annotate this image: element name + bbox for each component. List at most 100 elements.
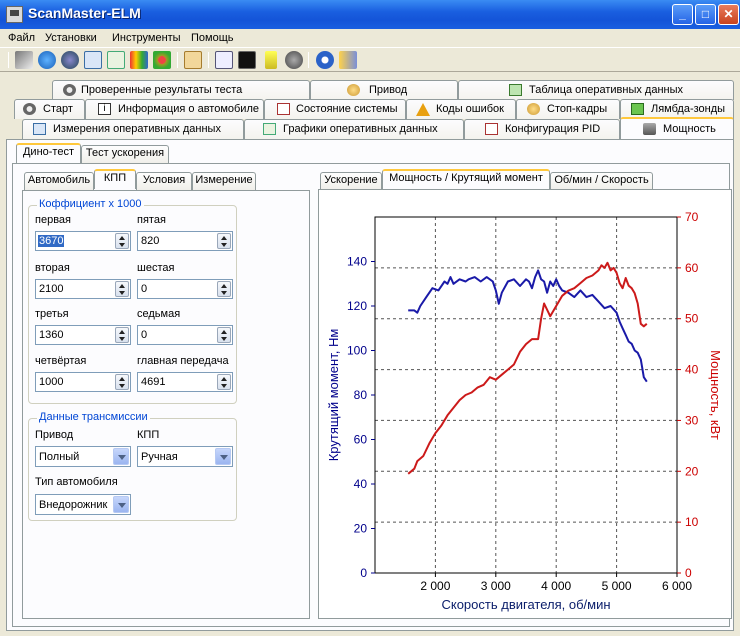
- info-car-icon[interactable]: [61, 51, 79, 69]
- vehicle-type-label: Тип автомобиля: [35, 476, 118, 488]
- app-icon: [6, 6, 23, 23]
- tab-power[interactable]: Мощность: [620, 117, 734, 140]
- spin-arrows-icon[interactable]: [115, 233, 129, 249]
- y-left-tick-label: 120: [347, 299, 367, 313]
- tab-acceleration-test[interactable]: Тест ускорения: [81, 145, 169, 163]
- maximize-button[interactable]: □: [695, 4, 716, 25]
- spin-arrows-icon[interactable]: [217, 327, 231, 343]
- tab-pid-config[interactable]: Конфигурация PID: [464, 119, 620, 139]
- terminal-icon[interactable]: [238, 51, 256, 69]
- tab-live-data-table[interactable]: Таблица оперативных данных: [458, 80, 734, 100]
- gear-3-input[interactable]: 1360: [35, 325, 131, 345]
- transmission-title: Данные трансмиссии: [37, 411, 150, 423]
- menu-tools[interactable]: Инструменты: [112, 32, 181, 44]
- diagnostics-icon[interactable]: [130, 51, 148, 69]
- spin-arrows-icon[interactable]: [217, 374, 231, 390]
- final-drive-input[interactable]: 4691: [137, 372, 233, 392]
- gear-6-input[interactable]: 0: [137, 279, 233, 299]
- gear-5-label: пятая: [137, 214, 166, 226]
- tab-o2-sensors[interactable]: Лямбда-зонды: [620, 99, 734, 119]
- tab-system-status[interactable]: Состояние системы: [264, 99, 406, 119]
- y-right-tick-label: 20: [685, 464, 699, 478]
- gear-6-label: шестая: [137, 262, 175, 274]
- y-right-tick-label: 30: [685, 413, 699, 427]
- tab-start[interactable]: Старт: [14, 99, 85, 119]
- gear-4-label: четвёртая: [35, 355, 87, 367]
- about-icon[interactable]: [316, 51, 334, 69]
- gear-4-input[interactable]: 1000: [35, 372, 131, 392]
- menu-settings[interactable]: Установки: [45, 32, 97, 44]
- title-bar[interactable]: ScanMaster-ELM _ □ ✕: [0, 0, 740, 29]
- spin-arrows-icon[interactable]: [217, 281, 231, 297]
- close-button[interactable]: ✕: [718, 4, 739, 25]
- y-left-tick-label: 140: [347, 255, 367, 269]
- y-left-tick-label: 100: [347, 344, 367, 358]
- chevron-down-icon[interactable]: [113, 448, 129, 465]
- chevron-down-icon[interactable]: [215, 448, 231, 465]
- tab-trouble-codes[interactable]: Коды ошибок: [406, 99, 516, 119]
- tab-conditions[interactable]: Условия: [136, 172, 192, 190]
- tab-power-torque-chart[interactable]: Мощность / Крутящий момент: [382, 169, 550, 189]
- gear-5-input[interactable]: 820: [137, 231, 233, 251]
- y-right-tick-label: 0: [685, 566, 692, 580]
- table-icon: [509, 84, 522, 96]
- gear-7-label: седьмая: [137, 308, 181, 320]
- spin-arrows-icon[interactable]: [217, 233, 231, 249]
- status-icon: [277, 103, 290, 115]
- wrench-icon[interactable]: [15, 51, 33, 69]
- gearbox-label: КПП: [137, 429, 160, 441]
- battery-icon[interactable]: [265, 51, 277, 69]
- gear-1-input[interactable]: 3670: [35, 231, 131, 251]
- tab-rpm-speed-chart[interactable]: Об/мин / Скорость: [550, 172, 653, 190]
- gear-7-input[interactable]: 0: [137, 325, 233, 345]
- tab-verified-results[interactable]: Проверенные результаты теста: [52, 80, 310, 100]
- y-right-tick-label: 60: [685, 261, 699, 275]
- tab-drive[interactable]: Привод: [310, 80, 458, 100]
- exit-icon[interactable]: [339, 51, 357, 69]
- x-tick-label: 6 000: [662, 579, 692, 593]
- tab-vehicle-info[interactable]: i Информация о автомобиле: [85, 99, 264, 119]
- gear-2-input[interactable]: 2100: [35, 279, 131, 299]
- x-tick-label: 5 000: [602, 579, 632, 593]
- menu-help[interactable]: Помощь: [191, 32, 234, 44]
- table-icon[interactable]: [84, 51, 102, 69]
- x-axis-label: Скорость двигателя, об/мин: [441, 597, 610, 612]
- y-right-tick-label: 50: [685, 312, 699, 326]
- toolbar: [0, 48, 740, 72]
- window-title: ScanMaster-ELM: [28, 5, 141, 21]
- menu-file[interactable]: Файл: [8, 32, 35, 44]
- gear-ratios-title: Коффициент x 1000: [37, 198, 144, 210]
- plot-area: [374, 216, 678, 574]
- minimize-button[interactable]: _: [672, 4, 693, 25]
- spin-arrows-icon[interactable]: [115, 281, 129, 297]
- gear-icon: [23, 103, 36, 115]
- stop-icon[interactable]: [285, 51, 303, 69]
- gearbox-select[interactable]: Ручная: [137, 446, 233, 467]
- monitor-icon[interactable]: [215, 51, 233, 69]
- y-right-axis-label: Мощность, кВт: [708, 350, 723, 440]
- dtc-icon[interactable]: [153, 51, 171, 69]
- tab-live-graphs[interactable]: Графики оперативных данных: [244, 119, 464, 139]
- tab-freeze-frames[interactable]: Стоп-кадры: [516, 99, 620, 119]
- vehicle-type-select[interactable]: Внедорожник: [35, 494, 131, 515]
- tab-measurement[interactable]: Измерение: [192, 172, 256, 190]
- spin-arrows-icon[interactable]: [115, 327, 129, 343]
- clipboard-icon[interactable]: [184, 51, 202, 69]
- y-right-tick-label: 70: [685, 210, 699, 224]
- tab-live-measurements[interactable]: Измерения оперативных данных: [22, 119, 244, 139]
- spin-arrows-icon[interactable]: [115, 374, 129, 390]
- chevron-down-icon[interactable]: [113, 496, 129, 513]
- final-drive-label: главная передача: [137, 355, 229, 367]
- tab-gearbox[interactable]: КПП: [94, 169, 136, 189]
- drive-icon: [347, 84, 360, 96]
- y-left-tick-label: 60: [354, 433, 368, 447]
- graph-icon[interactable]: [107, 51, 125, 69]
- config-icon: [485, 123, 498, 135]
- globe-icon[interactable]: [38, 51, 56, 69]
- tab-dyno-test[interactable]: Дино-тест: [16, 143, 81, 163]
- tab-vehicle[interactable]: Автомобиль: [24, 172, 94, 190]
- drive-label: Привод: [35, 429, 74, 441]
- y-right-tick-label: 10: [685, 515, 699, 529]
- tab-acceleration-chart[interactable]: Ускорение: [320, 172, 382, 190]
- drive-select[interactable]: Полный: [35, 446, 131, 467]
